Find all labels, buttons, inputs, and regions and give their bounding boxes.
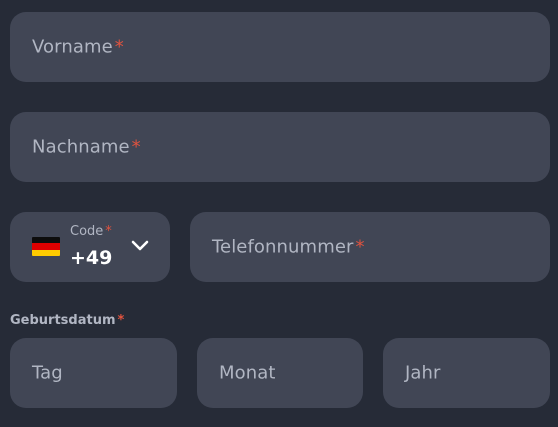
first-name-placeholder: Vorname * [32, 36, 124, 58]
birth-year-field[interactable]: Jahr [383, 338, 550, 408]
required-mark: * [131, 136, 141, 158]
required-mark: * [105, 224, 112, 239]
registration-form: Vorname * Nachname * Code * +49 Telefonnumm… [0, 0, 558, 427]
required-mark: * [117, 313, 125, 328]
birth-month-field[interactable]: Monat [197, 338, 363, 408]
required-mark: * [114, 36, 124, 58]
country-code-select[interactable]: Code * +49 [10, 212, 170, 282]
first-name-field[interactable]: Vorname * [10, 12, 550, 82]
last-name-placeholder: Nachname * [32, 136, 141, 158]
germany-flag-icon [32, 237, 60, 256]
phone-number-placeholder: Telefonnummer * [212, 236, 365, 258]
phone-number-field[interactable]: Telefonnummer * [190, 212, 550, 282]
chevron-down-icon[interactable] [130, 239, 150, 253]
birthdate-label: Geburtsdatum * [10, 313, 125, 328]
country-code-label: Code * [70, 224, 112, 239]
birth-day-field[interactable]: Tag [10, 338, 177, 408]
required-mark: * [355, 236, 365, 258]
country-code-value: +49 [70, 247, 113, 269]
birth-month-placeholder: Monat [219, 362, 276, 384]
last-name-field[interactable]: Nachname * [10, 112, 550, 182]
birth-day-placeholder: Tag [32, 362, 63, 384]
birth-year-placeholder: Jahr [405, 362, 441, 384]
